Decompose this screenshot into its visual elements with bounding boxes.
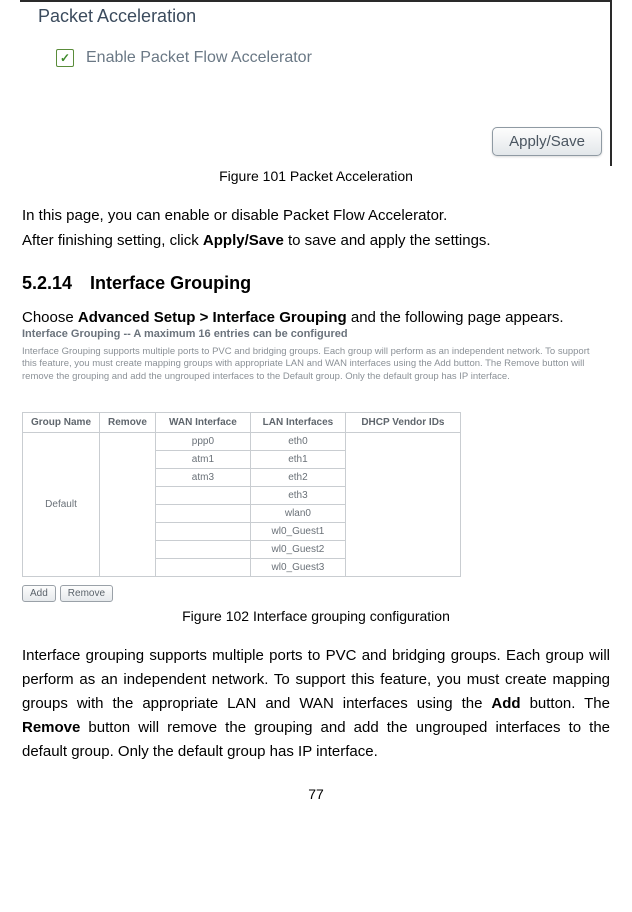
cell-lan: wl0_Guest2 bbox=[250, 540, 345, 558]
cell-vendor bbox=[345, 432, 460, 576]
add-button[interactable]: Add bbox=[22, 585, 56, 602]
enable-checkbox-label: Enable Packet Flow Accelerator bbox=[86, 49, 312, 67]
col-remove: Remove bbox=[100, 412, 156, 432]
section-title: Interface Grouping bbox=[90, 273, 251, 293]
check-icon: ✓ bbox=[60, 52, 70, 64]
cell-wan: atm1 bbox=[155, 450, 250, 468]
col-wan: WAN Interface bbox=[155, 412, 250, 432]
choose-path: Choose Advanced Setup > Interface Groupi… bbox=[22, 309, 610, 326]
enable-checkbox[interactable]: ✓ bbox=[56, 49, 74, 67]
col-group: Group Name bbox=[23, 412, 100, 432]
cell-wan bbox=[155, 504, 250, 522]
cell-wan bbox=[155, 540, 250, 558]
interface-grouping-panel: Interface Grouping -- A maximum 16 entri… bbox=[22, 328, 610, 602]
body-paragraph: Interface grouping supports multiple por… bbox=[22, 644, 610, 764]
enable-checkbox-row: ✓ Enable Packet Flow Accelerator bbox=[56, 49, 602, 67]
cell-group-name: Default bbox=[23, 432, 100, 576]
cell-wan bbox=[155, 558, 250, 576]
intro-line-2: After finishing setting, click Apply/Sav… bbox=[22, 229, 610, 252]
remove-button[interactable]: Remove bbox=[60, 585, 113, 602]
grouping-title: Interface Grouping -- A maximum 16 entri… bbox=[22, 328, 610, 340]
cell-remove bbox=[100, 432, 156, 576]
cell-lan: eth3 bbox=[250, 486, 345, 504]
panel-title: Packet Acceleration bbox=[38, 6, 602, 27]
packet-accel-panel: Packet Acceleration ✓ Enable Packet Flow… bbox=[20, 0, 612, 166]
page-number: 77 bbox=[22, 786, 610, 802]
figure-102-caption: Figure 102 Interface grouping configurat… bbox=[22, 608, 610, 624]
cell-lan: wl0_Guest3 bbox=[250, 558, 345, 576]
cell-lan: wl0_Guest1 bbox=[250, 522, 345, 540]
table-row: Default ppp0 eth0 bbox=[23, 432, 461, 450]
grouping-table: Group Name Remove WAN Interface LAN Inte… bbox=[22, 412, 461, 577]
intro-line-1: In this page, you can enable or disable … bbox=[22, 204, 610, 227]
cell-wan: atm3 bbox=[155, 468, 250, 486]
grouping-hint: Interface Grouping supports multiple por… bbox=[22, 346, 597, 384]
section-number: 5.2.14 bbox=[22, 273, 72, 293]
cell-lan: eth0 bbox=[250, 432, 345, 450]
table-header-row: Group Name Remove WAN Interface LAN Inte… bbox=[23, 412, 461, 432]
apply-save-button[interactable]: Apply/Save bbox=[492, 127, 602, 156]
section-heading: 5.2.14 Interface Grouping bbox=[22, 273, 610, 294]
figure-101-caption: Figure 101 Packet Acceleration bbox=[22, 168, 610, 184]
cell-lan: eth2 bbox=[250, 468, 345, 486]
cell-lan: eth1 bbox=[250, 450, 345, 468]
cell-wan: ppp0 bbox=[155, 432, 250, 450]
col-vendor: DHCP Vendor IDs bbox=[345, 412, 460, 432]
cell-wan bbox=[155, 486, 250, 504]
cell-wan bbox=[155, 522, 250, 540]
col-lan: LAN Interfaces bbox=[250, 412, 345, 432]
cell-lan: wlan0 bbox=[250, 504, 345, 522]
